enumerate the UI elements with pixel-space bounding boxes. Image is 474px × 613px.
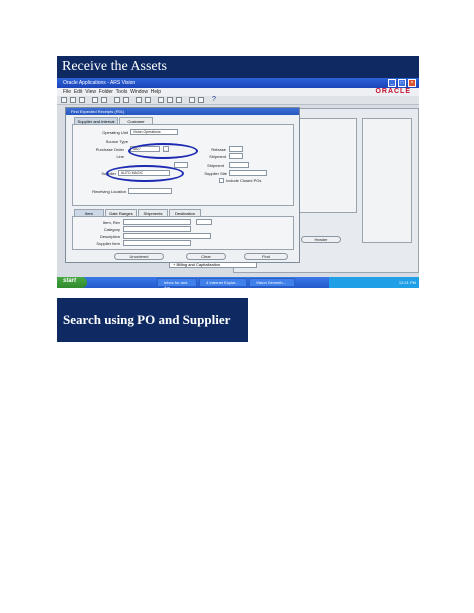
folder-icon[interactable] [198, 97, 204, 103]
minimize-button[interactable]: _ [388, 79, 396, 87]
revision-field[interactable] [196, 219, 212, 225]
description-label: Description [99, 234, 120, 239]
taskbar-item-inbox-label: Inbox for and Am... [164, 280, 188, 288]
source-type-label: Source Type [105, 139, 128, 144]
forward-icon[interactable] [123, 97, 129, 103]
find-expected-receipts-window: Find Expected Receipts (R01) Supplier an… [65, 107, 300, 263]
caption-text: Search using PO and Supplier [63, 312, 231, 327]
item-field[interactable] [123, 219, 191, 225]
menu-edit[interactable]: Edit [74, 89, 83, 95]
caption-box: Search using PO and Supplier [57, 298, 248, 342]
shipment-field[interactable] [229, 153, 243, 159]
receiving-location-field[interactable] [128, 188, 172, 194]
print-icon[interactable] [79, 97, 85, 103]
find-button[interactable]: Find [244, 253, 288, 260]
include-closed-pos-label: Include Closed POs [226, 178, 262, 183]
cut-icon[interactable] [158, 97, 164, 103]
item-rev-label: Item, Rev [102, 220, 120, 225]
navigator-icon[interactable] [92, 97, 98, 103]
toolbar: ? [57, 96, 419, 105]
background-panel-right [362, 118, 412, 243]
supplier-item-field[interactable] [123, 240, 191, 246]
menu-view[interactable]: View [85, 89, 96, 95]
menu-help[interactable]: Help [151, 89, 161, 95]
form-title: Find Expected Receipts (R01) [66, 108, 299, 115]
release-field[interactable] [229, 146, 243, 152]
description-field[interactable] [123, 233, 211, 239]
tab-customer[interactable]: Customer [119, 117, 153, 124]
tray-clock: 12:21 PM [398, 280, 416, 285]
header-button[interactable]: Header [301, 236, 341, 243]
start-button[interactable]: start [57, 277, 87, 288]
operating-unit-field[interactable]: Vision Operations [130, 129, 178, 135]
window-title: Oracle Applications - ARS Vision [63, 80, 136, 86]
menu-bar: File Edit View Folder Tools Window Help [57, 88, 419, 96]
clear-button[interactable]: Clear [186, 253, 226, 260]
menu-tools[interactable]: Tools [116, 89, 128, 95]
tab-date-ranges[interactable]: Date Ranges [105, 209, 137, 216]
menu-window[interactable]: Window [130, 89, 148, 95]
shipment-label: Shipment [209, 154, 226, 159]
taskbar-item-vision-label: Vision Seventh... [256, 280, 286, 285]
tab-item[interactable]: Item [74, 209, 104, 216]
shipment-label-2: Shipment [207, 163, 224, 168]
release-label: Release [211, 147, 226, 152]
find-button-label: Find [262, 254, 270, 259]
supplier-item-label: Supplier Item [96, 241, 120, 246]
back-icon[interactable] [114, 97, 120, 103]
copy-icon[interactable] [167, 97, 173, 103]
taskbar-item-internet-explorer[interactable]: 4 Internet Explor... [199, 278, 247, 287]
category-label: Category [103, 227, 120, 232]
app-screenshot: Oracle Applications - ARS Vision _ □ × F… [57, 78, 419, 288]
help-icon[interactable]: ? [212, 96, 216, 103]
clear-button-label: Clear [201, 254, 211, 259]
supplier-site-field[interactable] [229, 170, 267, 176]
attachment-icon[interactable] [189, 97, 195, 103]
close-button[interactable]: × [408, 79, 416, 87]
maximize-button[interactable]: □ [398, 79, 406, 87]
purchase-order-label: Purchase Order [95, 147, 124, 152]
window-titlebar: Oracle Applications - ARS Vision [57, 78, 419, 88]
new-record-icon[interactable] [136, 97, 142, 103]
line-label: Line [116, 154, 124, 159]
start-label: start [63, 278, 77, 284]
header-button-label: Header [314, 237, 328, 242]
open-icon[interactable] [61, 97, 67, 103]
include-closed-pos-checkbox[interactable] [219, 178, 224, 183]
supplier-site-label: Supplier Site [204, 171, 227, 176]
operating-unit-label: Operating Unit [102, 130, 128, 135]
tab-destination[interactable]: Destination [169, 209, 201, 216]
oracle-logo: ORACLE [375, 88, 411, 95]
taskbar-item-vision[interactable]: Vision Seventh... [249, 278, 295, 287]
slide-title: Receive the Assets [62, 59, 167, 74]
supplier-highlight [106, 165, 184, 182]
tab-supplier-and-internal[interactable]: Supplier and Internal [74, 117, 118, 124]
taskbar-item-inbox[interactable]: Inbox for and Am... [157, 278, 197, 288]
paste-icon[interactable] [176, 97, 182, 103]
menu-file[interactable]: File [63, 89, 71, 95]
purchase-order-highlight [128, 143, 198, 159]
tab-shipments[interactable]: Shipments [138, 209, 168, 216]
save-icon[interactable] [70, 97, 76, 103]
zoom-icon[interactable] [101, 97, 107, 103]
unordered-button[interactable]: Unordered [114, 253, 164, 260]
background-panel-left [297, 118, 357, 213]
delete-record-icon[interactable] [145, 97, 151, 103]
category-field[interactable] [123, 226, 191, 232]
slide-title-banner: Receive the Assets [57, 56, 419, 78]
menu-folder[interactable]: Folder [99, 89, 113, 95]
system-tray: 12:21 PM [329, 277, 419, 288]
windows-taskbar: start Inbox for and Am... 4 Internet Exp… [57, 277, 419, 288]
taskbar-item-ie-label: 4 Internet Explor... [206, 280, 239, 285]
unordered-button-label: Unordered [129, 254, 149, 259]
receiving-location-label: Receiving Location [92, 189, 126, 194]
shipment-field-2[interactable] [229, 162, 249, 168]
